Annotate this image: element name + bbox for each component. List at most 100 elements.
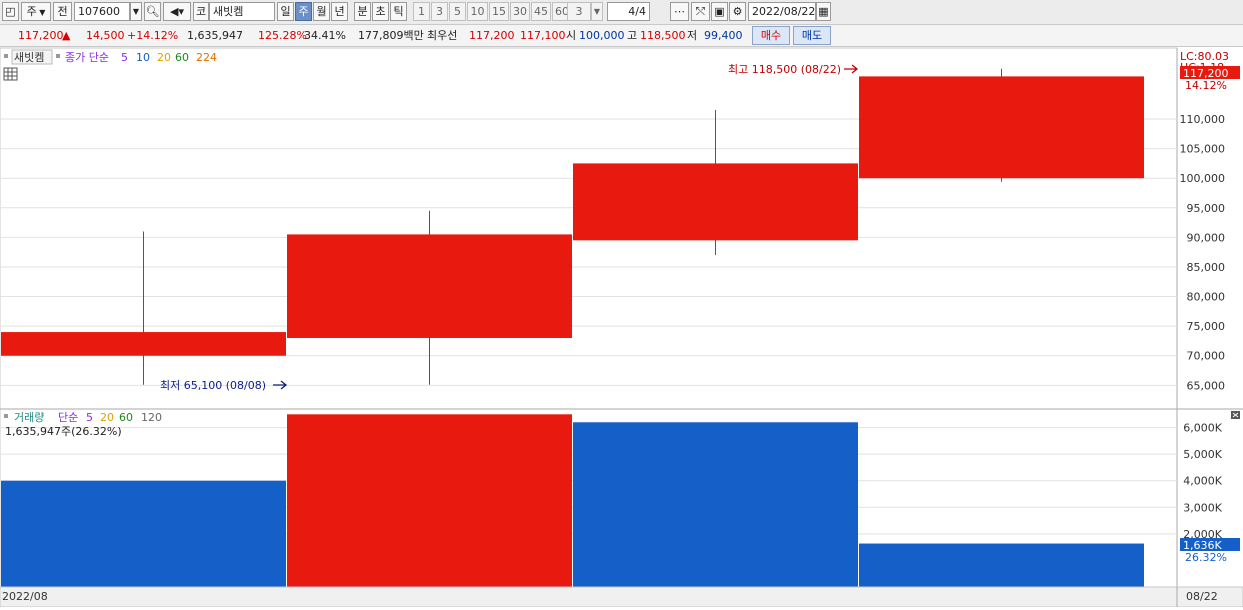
time-axis-end: 08/22 [1186, 590, 1218, 603]
quote-bar: 117,200 ▲ 14,500 +14.12% 1,635,947 125.2… [0, 25, 1243, 47]
volume-ma-60: 60 [119, 411, 133, 424]
sell-button[interactable]: 매도 [793, 26, 831, 45]
open-label: 시 [566, 29, 577, 42]
search-icon[interactable]: 🔍︎ [144, 2, 161, 21]
quote-change: 14,500 [86, 29, 125, 42]
stock-tag: 새빗켐 [14, 51, 44, 64]
interval-45[interactable]: 45 [531, 2, 551, 21]
price-tick-label: 90,000 [1187, 231, 1226, 244]
period-dropdown[interactable]: 주 ▼ [21, 2, 51, 21]
ma-period-224: 224 [196, 51, 217, 64]
interval-15[interactable]: 15 [489, 2, 509, 21]
open-value: 100,000 [579, 29, 625, 42]
price-tick-label: 105,000 [1180, 143, 1226, 156]
high-value: 118,500 [640, 29, 686, 42]
chevron-down-icon[interactable]: ▼ [130, 2, 142, 21]
volume-bars-group [1, 414, 1144, 587]
volume-bar[interactable] [287, 414, 572, 587]
interval-1[interactable]: 1 [413, 2, 430, 21]
low-annotation: 최저 65,100 (08/08) [160, 379, 266, 392]
volume-ma-120: 120 [141, 411, 162, 424]
interval-5[interactable]: 5 [449, 2, 466, 21]
candle-body[interactable] [287, 234, 572, 338]
tab-year[interactable]: 년 [331, 2, 348, 21]
price-tick-label: 95,000 [1187, 202, 1226, 215]
tab-second[interactable]: 초 [372, 2, 389, 21]
interval-30[interactable]: 30 [510, 2, 530, 21]
current-volume-text: 1,635,947주(26.32%) [5, 425, 122, 438]
grid-toggle-icon[interactable] [3, 67, 18, 81]
quote-volume: 1,635,947 [187, 29, 243, 42]
prev-button[interactable]: 전 [53, 2, 72, 21]
candle-body[interactable] [859, 76, 1144, 179]
ma-period-60: 60 [175, 51, 189, 64]
tab-month[interactable]: 월 [313, 2, 330, 21]
price-tick-label: 65,000 [1187, 379, 1226, 392]
save-icon[interactable]: ▣ [711, 2, 728, 21]
price-tick-label: 80,000 [1187, 291, 1226, 304]
date-input[interactable]: 2022/08/22 [748, 2, 816, 21]
quote-amount: 177,809백만 [358, 29, 424, 42]
tab-week[interactable]: 주 [295, 2, 312, 21]
volume-ma-20: 20 [100, 411, 114, 424]
best-quote-label: 최우선 [427, 29, 458, 42]
candle-body[interactable] [1, 332, 286, 356]
legend-square-icon [4, 414, 8, 418]
chevron-down-icon[interactable]: ▼ [591, 2, 603, 21]
volume-ma-5: 5 [86, 411, 93, 424]
quote-price: 117,200 [18, 29, 64, 42]
stock-name-field[interactable]: 새빗켐 [209, 2, 275, 21]
high-arrow-icon [844, 64, 859, 74]
toolbar: ◰ 주 ▼ 전 107600 ▼ 🔍︎ ◀︎▾ 코 새빗켐 일 주 월 년 분 … [0, 0, 1243, 25]
ma-period-10: 10 [136, 51, 150, 64]
time-axis-bar [0, 586, 1243, 608]
candle-body[interactable] [573, 163, 858, 241]
ma-period-20: 20 [157, 51, 171, 64]
tab-minute[interactable]: 분 [354, 2, 371, 21]
chart-area: 65,000 70,000 75,000 80,000 85,000 90,000 95,0… [0, 47, 1243, 608]
legend-square-icon [56, 54, 60, 58]
high-label: 고 [627, 29, 638, 42]
volume-ma-label: 단순 [58, 411, 78, 424]
volume-bar[interactable] [1, 480, 286, 587]
price-tick-label: 110,000 [1180, 113, 1226, 126]
best-ask: 117,200 [469, 29, 515, 42]
volume-tick-label: 6,000K [1183, 422, 1222, 435]
compare-icon[interactable]: ⋯ [670, 2, 689, 21]
period-dropdown-value: 주 [26, 5, 37, 18]
chevron-down-icon: ▼ [36, 8, 46, 17]
speaker-icon[interactable]: ◀︎▾ [163, 2, 191, 21]
quote-change-pct: +14.12% [127, 29, 179, 42]
best-bid: 117,100 [520, 29, 566, 42]
legend-square-icon [4, 54, 8, 58]
current-pct-tag: 26.32% [1185, 551, 1227, 564]
volume-label: 거래량 [14, 411, 44, 424]
buy-button[interactable]: 매수 [752, 26, 790, 45]
interval-count[interactable]: 3 [567, 2, 591, 21]
window-link-icon[interactable]: ◰ [2, 2, 19, 21]
interval-10[interactable]: 10 [467, 2, 488, 21]
gear-icon[interactable]: ⚙ [729, 2, 746, 21]
low-label: 저 [687, 29, 698, 42]
price-tick-label: 70,000 [1187, 350, 1226, 363]
price-tick-label: 75,000 [1187, 320, 1226, 333]
volume-tick-label: 5,000K [1183, 448, 1222, 461]
price-tick-label: 85,000 [1187, 261, 1226, 274]
up-arrow-icon: ▲ [62, 29, 71, 42]
price-tick-label: 100,000 [1180, 172, 1226, 185]
tab-tick[interactable]: 틱 [390, 2, 407, 21]
tab-day[interactable]: 일 [277, 2, 294, 21]
low-arrow-icon [273, 380, 288, 390]
volume-tick-label: 4,000K [1183, 475, 1222, 488]
interval-3[interactable]: 3 [431, 2, 448, 21]
stock-code-input[interactable]: 107600 [74, 2, 130, 21]
current-change-tag: 14.12% [1185, 79, 1227, 92]
low-value: 99,400 [704, 29, 743, 42]
volume-bar[interactable] [859, 543, 1144, 587]
chart-edit-icon[interactable]: ⤲ [691, 2, 710, 21]
quote-turnover: 34.41% [304, 29, 346, 42]
high-annotation: 최고 118,500 (08/22) [728, 63, 841, 76]
calendar-icon[interactable]: ▦ [816, 2, 831, 21]
chart-svg[interactable]: 65,000 70,000 75,000 80,000 85,000 90,000 95,0… [0, 47, 1243, 608]
volume-bar[interactable] [573, 422, 858, 587]
